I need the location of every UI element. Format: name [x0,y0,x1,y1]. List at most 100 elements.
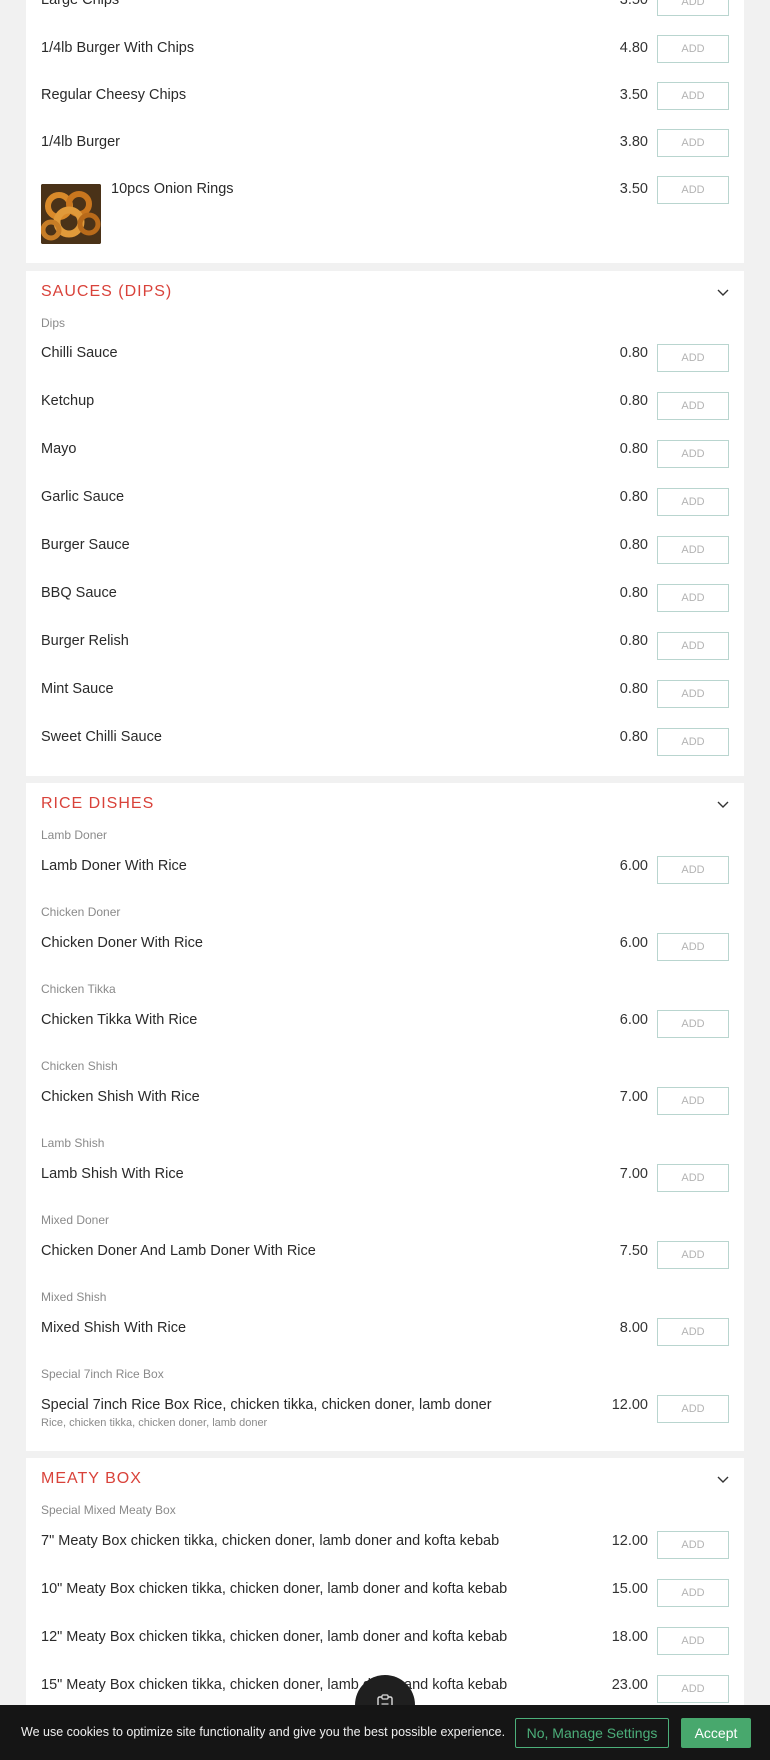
add-button[interactable]: ADD [657,82,729,110]
add-button[interactable]: ADD [657,728,729,756]
item-price: 23.00 [611,1677,648,1693]
item-price: 3.50 [619,0,648,8]
add-button[interactable]: ADD [657,856,729,884]
section-title[interactable]: RICE DISHES [41,795,154,813]
item-name[interactable]: Chilli Sauce [41,345,118,361]
item-price: 0.80 [619,393,648,409]
item-name[interactable]: Burger Sauce [41,537,130,553]
subcategory-label: Mixed Shish [41,1290,107,1304]
item-name[interactable]: Mixed Shish With Rice [41,1320,186,1336]
add-button[interactable]: ADD [657,1241,729,1269]
add-button[interactable]: ADD [657,176,729,204]
item-name[interactable]: BBQ Sauce [41,585,117,601]
subcategory-label: Dips [41,316,66,330]
item-price: 6.00 [619,1012,648,1028]
chevron-down-icon[interactable] [716,1475,730,1485]
add-button[interactable]: ADD [657,680,729,708]
item-price: 6.00 [619,858,648,874]
add-button[interactable]: ADD [657,1531,729,1559]
item-name[interactable]: Garlic Sauce [41,489,124,505]
sauces-section-card: SAUCES (DIPS) Dips Chilli Sauce 0.80 ADD… [26,271,744,776]
item-price: 15.00 [611,1581,648,1597]
item-name[interactable]: 12" Meaty Box chicken tikka, chicken don… [41,1629,507,1645]
item-name[interactable]: Lamb Doner With Rice [41,858,187,874]
add-button[interactable]: ADD [657,1087,729,1115]
item-price: 7.00 [619,1166,648,1182]
item-name[interactable]: 7" Meaty Box chicken tikka, chicken done… [41,1533,499,1549]
item-name[interactable]: Chicken Shish With Rice [41,1089,200,1105]
item-name[interactable]: Mayo [41,441,76,457]
add-button[interactable]: ADD [657,129,729,157]
add-button[interactable]: ADD [657,933,729,961]
item-name[interactable]: 1/4lb Burger With Chips [41,40,194,56]
item-name[interactable]: Large Chips [41,0,119,8]
subcategory-label: Lamb Shish [41,1136,105,1150]
item-price: 0.80 [619,729,648,745]
item-price: 8.00 [619,1320,648,1336]
item-name[interactable]: 10" Meaty Box chicken tikka, chicken don… [41,1581,507,1597]
add-button[interactable]: ADD [657,440,729,468]
item-price: 6.00 [619,935,648,951]
item-name[interactable]: Burger Relish [41,633,129,649]
add-button[interactable]: ADD [657,488,729,516]
menu-page: Large Chips 3.50 ADD 1/4lb Burger With C… [0,0,770,1760]
add-button[interactable]: ADD [657,584,729,612]
item-price: 7.00 [619,1089,648,1105]
item-name[interactable]: Ketchup [41,393,94,409]
section-title[interactable]: MEATY BOX [41,1470,142,1488]
item-name[interactable]: Special 7inch Rice Box Rice, chicken tik… [41,1397,492,1413]
item-price: 12.00 [611,1397,648,1413]
item-name[interactable]: 1/4lb Burger [41,134,120,150]
item-name[interactable]: 15" Meaty Box chicken tikka, chicken don… [41,1677,507,1693]
item-name[interactable]: Mint Sauce [41,681,114,697]
item-price: 0.80 [619,345,648,361]
item-price: 0.80 [619,441,648,457]
section-title[interactable]: SAUCES (DIPS) [41,283,172,301]
item-name[interactable]: Lamb Shish With Rice [41,1166,184,1182]
add-button[interactable]: ADD [657,1627,729,1655]
add-button[interactable]: ADD [657,344,729,372]
subcategory-label: Lamb Doner [41,828,108,842]
chevron-down-icon[interactable] [716,288,730,298]
onion-rings-photo[interactable] [41,184,101,244]
item-name[interactable]: Chicken Tikka With Rice [41,1012,197,1028]
item-name[interactable]: 10pcs Onion Rings [111,181,234,197]
add-button[interactable]: ADD [657,1579,729,1607]
subcategory-label: Mixed Doner [41,1213,110,1227]
add-button[interactable]: ADD [657,35,729,63]
add-button[interactable]: ADD [657,632,729,660]
item-price: 12.00 [611,1533,648,1549]
add-button[interactable]: ADD [657,1318,729,1346]
subcategory-label: Special 7inch Rice Box [41,1367,164,1381]
item-name[interactable]: Chicken Doner With Rice [41,935,203,951]
add-button[interactable]: ADD [657,1010,729,1038]
item-name[interactable]: Regular Cheesy Chips [41,87,186,103]
subcategory-label: Special Mixed Meaty Box [41,1503,176,1517]
add-button[interactable]: ADD [657,1675,729,1703]
item-price: 0.80 [619,489,648,505]
item-price: 0.80 [619,585,648,601]
add-button[interactable]: ADD [657,1164,729,1192]
item-price: 3.50 [619,87,648,103]
item-price: 18.00 [611,1629,648,1645]
subcategory-label: Chicken Tikka [41,982,116,996]
add-button[interactable]: ADD [657,1395,729,1423]
item-description: Rice, chicken tikka, chicken doner, lamb… [41,1417,268,1429]
item-price: 3.80 [619,134,648,150]
add-button[interactable]: ADD [657,536,729,564]
chevron-down-icon[interactable] [716,800,730,810]
subcategory-label: Chicken Shish [41,1059,118,1073]
add-button[interactable]: ADD [657,0,729,16]
item-name[interactable]: Chicken Doner And Lamb Doner With Rice [41,1243,316,1259]
add-button[interactable]: ADD [657,392,729,420]
item-price: 3.50 [619,181,648,197]
manage-settings-button[interactable]: No, Manage Settings [515,1718,669,1748]
item-price: 0.80 [619,633,648,649]
cookie-message: We use cookies to optimize site function… [21,1725,506,1739]
accept-button[interactable]: Accept [681,1718,751,1748]
subcategory-label: Chicken Doner [41,905,121,919]
cookie-consent-bar: We use cookies to optimize site function… [0,1705,770,1760]
item-price: 7.50 [619,1243,648,1259]
item-price: 4.80 [619,40,648,56]
item-name[interactable]: Sweet Chilli Sauce [41,729,162,745]
